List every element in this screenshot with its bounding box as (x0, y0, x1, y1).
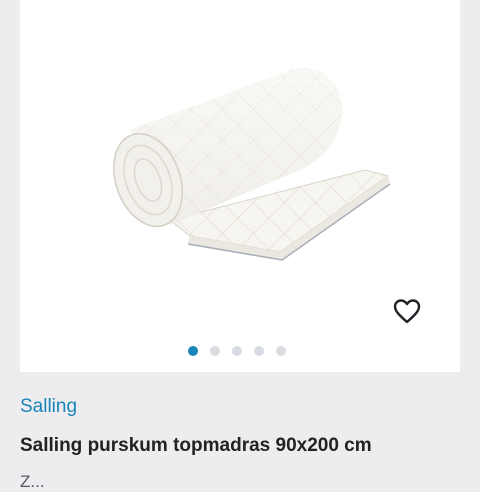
gallery-dot-5[interactable] (276, 346, 286, 356)
product-title: Salling purskum topmadras 90x200 cm (20, 435, 372, 456)
favorite-button[interactable] (390, 294, 424, 328)
product-image-card[interactable] (20, 0, 460, 372)
product-subtitle: Z... (20, 472, 45, 491)
gallery-dot-4[interactable] (254, 346, 264, 356)
heart-outline-icon (393, 299, 421, 324)
gallery-dot-1[interactable] (188, 346, 198, 356)
brand-link[interactable]: Salling (20, 396, 77, 418)
gallery-dot-2[interactable] (210, 346, 220, 356)
gallery-pagination (188, 346, 286, 356)
gallery-dot-3[interactable] (232, 346, 242, 356)
